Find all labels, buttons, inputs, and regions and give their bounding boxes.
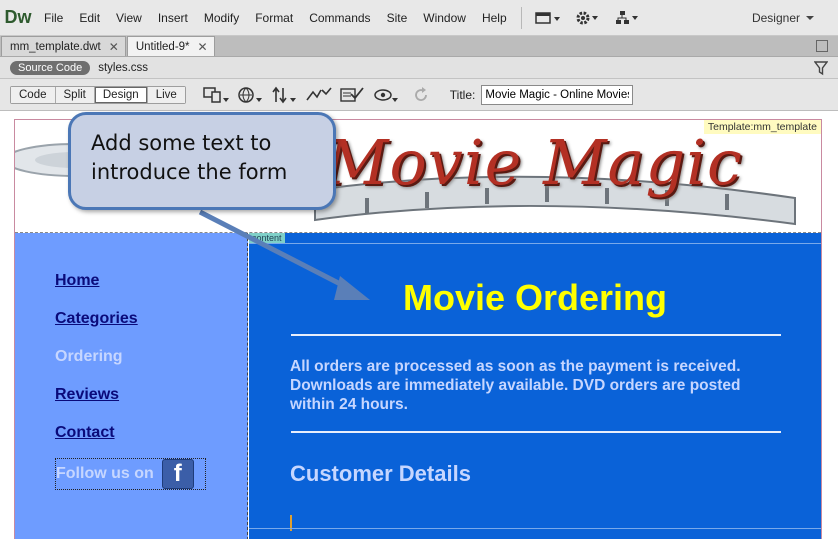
title-label: Title:: [449, 87, 476, 102]
document-title-input[interactable]: [481, 84, 634, 105]
divider-bottom: [291, 431, 781, 433]
menu-site[interactable]: Site: [379, 0, 416, 36]
layout-menu-icon[interactable]: [528, 0, 568, 36]
menu-separator: [520, 6, 522, 29]
document-toolbar: Code Split Design Live Title:: [0, 79, 838, 111]
customer-details-heading: Customer Details: [290, 461, 471, 486]
file-management-icon[interactable]: [268, 83, 302, 107]
related-files-bar: Source Code styles.css: [0, 57, 838, 79]
follow-us-box: Follow us on f: [55, 458, 206, 490]
design-view-button[interactable]: Design: [94, 86, 148, 103]
menu-window[interactable]: Window: [415, 0, 474, 36]
menu-modify[interactable]: Modify: [196, 0, 247, 36]
menu-help[interactable]: Help: [474, 0, 515, 36]
menu-format[interactable]: Format: [247, 0, 301, 36]
workspace-label: Designer: [751, 11, 800, 25]
dreamweaver-logo: Dw: [4, 7, 32, 27]
nav-home[interactable]: Home: [55, 272, 99, 290]
preview-browser-icon[interactable]: [234, 83, 268, 107]
content-region-tag: content: [249, 233, 285, 243]
tab-label: mm_template.dwt: [10, 40, 101, 53]
split-view-button[interactable]: Split: [55, 86, 95, 103]
sidebar-nav: Home Categories Ordering Reviews Contact…: [15, 233, 248, 539]
tab-label: Untitled-9*: [135, 40, 190, 53]
facebook-icon[interactable]: f: [161, 459, 194, 489]
template-tag: Template:mm_template: [703, 120, 821, 134]
nav-ordering: Ordering: [55, 348, 123, 365]
intro-paragraph: All orders are processed as soon as the …: [290, 358, 741, 413]
filter-icon[interactable]: [814, 60, 828, 76]
nav-contact[interactable]: Contact: [55, 424, 115, 442]
menu-insert[interactable]: Insert: [150, 0, 196, 36]
banner-logo: Movie Magic: [325, 126, 743, 199]
content-region-line: [249, 243, 821, 244]
view-switcher: Code Split Design Live: [10, 85, 186, 104]
callout-line-1: Add some text to: [91, 131, 272, 155]
close-icon[interactable]: ✕: [109, 40, 119, 54]
page-title: Movie Ordering: [402, 277, 668, 318]
restore-window-icon[interactable]: [816, 40, 828, 52]
close-icon[interactable]: ✕: [198, 40, 208, 54]
divider-top: [291, 334, 781, 336]
menu-view[interactable]: View: [108, 0, 150, 36]
chevron-down-icon: [806, 16, 814, 20]
menu-commands[interactable]: Commands: [301, 0, 378, 36]
validate-markup-icon[interactable]: [302, 83, 336, 107]
follow-us-text: Follow us on: [56, 465, 154, 482]
menu-file[interactable]: File: [36, 0, 71, 36]
nav-categories[interactable]: Categories: [55, 310, 138, 328]
source-code-button[interactable]: Source Code: [10, 60, 91, 75]
tab-untitled-9[interactable]: Untitled-9* ✕: [126, 36, 215, 56]
document-tabs: mm_template.dwt ✕ Untitled-9* ✕: [0, 36, 838, 57]
check-page-icon[interactable]: [336, 83, 370, 107]
visual-aids-icon[interactable]: [370, 83, 404, 107]
annotation-callout: Add some text to introduce the form: [68, 112, 336, 210]
site-map-icon[interactable]: [608, 0, 648, 36]
form-boundary-line: [249, 528, 821, 529]
refresh-icon[interactable]: [404, 83, 438, 107]
menu-edit[interactable]: Edit: [71, 0, 108, 36]
nav-reviews[interactable]: Reviews: [55, 386, 119, 404]
code-view-button[interactable]: Code: [11, 86, 56, 103]
related-file-styles-css[interactable]: styles.css: [98, 62, 148, 74]
menu-bar: Dw File Edit View Insert Modify Format C…: [0, 0, 838, 36]
tab-mm-template[interactable]: mm_template.dwt ✕: [1, 36, 126, 56]
main-content: content Movie Ordering All orders are pr…: [249, 233, 821, 539]
workspace-switcher[interactable]: Designer: [752, 0, 814, 36]
live-view-button[interactable]: Live: [147, 86, 185, 103]
callout-line-2: introduce the form: [91, 160, 288, 184]
multiscreen-icon[interactable]: [200, 83, 234, 107]
gear-icon[interactable]: [568, 0, 608, 36]
